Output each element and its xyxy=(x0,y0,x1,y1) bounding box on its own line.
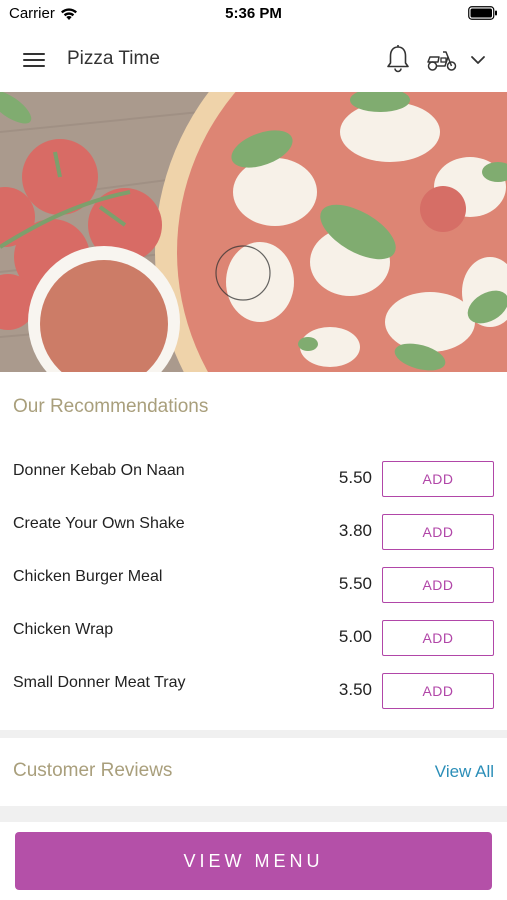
item-price: 5.00 xyxy=(338,627,372,646)
item-price: 5.50 xyxy=(338,574,372,593)
reviews-title: Customer Reviews xyxy=(13,760,173,781)
item-name: Small Donner Meat Tray xyxy=(13,674,186,691)
item-price: 3.50 xyxy=(338,680,372,699)
item-name: Chicken Wrap xyxy=(13,621,114,638)
add-button[interactable]: ADD xyxy=(382,620,494,656)
battery-icon xyxy=(468,6,497,20)
view-menu-button[interactable]: VIEW MENU xyxy=(15,832,492,890)
bottom-bar: VIEW MENU xyxy=(0,822,507,900)
recommendations-list: Donner Kebab On Naan 5.50 ADD Create You… xyxy=(0,450,507,715)
section-divider xyxy=(0,730,507,738)
add-button[interactable]: ADD xyxy=(382,673,494,709)
add-button[interactable]: ADD xyxy=(382,461,494,497)
menu-button[interactable] xyxy=(20,47,48,73)
delivery-mode-button[interactable] xyxy=(426,47,458,73)
list-item: Small Donner Meat Tray 3.50 ADD xyxy=(0,662,507,715)
bell-icon xyxy=(387,45,409,73)
recommendations-title: Our Recommendations xyxy=(13,396,209,417)
item-name: Donner Kebab On Naan xyxy=(13,462,185,479)
add-button[interactable]: ADD xyxy=(382,567,494,603)
delivery-scooter-icon xyxy=(427,51,457,71)
page-title: Pizza Time xyxy=(67,48,160,69)
notifications-button[interactable] xyxy=(384,44,412,74)
status-time: 5:36 PM xyxy=(225,5,282,22)
pizza-hero-image xyxy=(0,92,507,372)
view-all-link[interactable]: View All xyxy=(435,762,494,782)
add-button[interactable]: ADD xyxy=(382,514,494,550)
reviews-section: Customer Reviews View All xyxy=(0,738,507,806)
section-divider xyxy=(0,806,507,822)
chevron-down-icon xyxy=(471,56,485,64)
list-item: Chicken Wrap 5.00 ADD xyxy=(0,609,507,662)
delivery-mode-dropdown[interactable] xyxy=(468,50,488,70)
status-bar: Carrier 5:36 PM xyxy=(0,0,507,28)
item-price: 3.80 xyxy=(338,521,372,540)
item-name: Create Your Own Shake xyxy=(13,515,185,532)
hamburger-menu-icon xyxy=(23,53,45,67)
list-item: Create Your Own Shake 3.80 ADD xyxy=(0,503,507,556)
item-price: 5.50 xyxy=(338,468,372,487)
app-header: Pizza Time xyxy=(0,28,507,92)
list-item: Chicken Burger Meal 5.50 ADD xyxy=(0,556,507,609)
hero-banner xyxy=(0,92,507,372)
list-item: Donner Kebab On Naan 5.50 ADD xyxy=(0,450,507,503)
item-name: Chicken Burger Meal xyxy=(13,568,163,585)
